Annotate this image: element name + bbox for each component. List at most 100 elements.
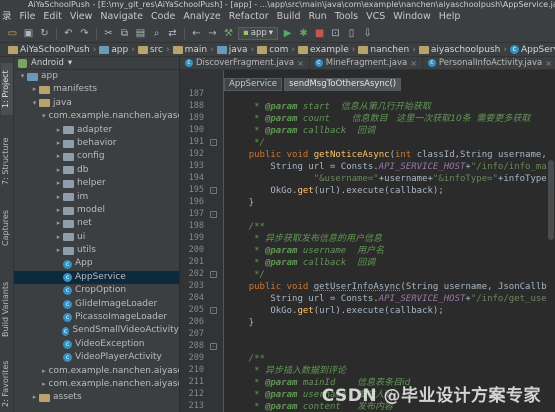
chevron-right-icon[interactable]: ▸ <box>30 391 39 404</box>
fold-icon[interactable]: - <box>210 211 217 218</box>
menu-window[interactable]: Window <box>389 9 434 25</box>
sync-icon[interactable]: ↻ <box>38 27 51 40</box>
tree-item-app[interactable]: ▾ app <box>14 70 179 83</box>
menu-help[interactable]: Help <box>435 9 465 25</box>
chevron-right-icon[interactable]: ▸ <box>42 365 46 378</box>
menu-edit[interactable]: Edit <box>39 9 65 25</box>
chevron-down-icon[interactable]: ▾ <box>30 97 39 110</box>
sdk-manager-icon[interactable]: ⇩ <box>361 27 374 40</box>
tree-item-manifests[interactable]: ▸ manifests <box>14 83 179 96</box>
chevron-down-icon[interactable]: ▾ <box>42 110 46 123</box>
tree-item-config[interactable]: ▸ config <box>14 150 179 163</box>
close-icon[interactable]: × <box>410 59 417 68</box>
run-config-dropdown[interactable]: ▪ app ▾ <box>238 27 279 40</box>
tree-item-behavior[interactable]: ▸ behavior <box>14 137 179 150</box>
crumb-project[interactable]: AiYaSchoolPush <box>8 45 90 55</box>
tree-item-java[interactable]: ▾ java <box>14 97 179 110</box>
debug-icon[interactable]: ✱ <box>297 27 310 40</box>
paste-icon[interactable]: ▤ <box>134 27 147 40</box>
save-icon[interactable]: ▣ <box>22 27 35 40</box>
replace-icon[interactable]: ⇄ <box>166 27 179 40</box>
chevron-right-icon[interactable]: ▸ <box>54 137 63 150</box>
menu-view[interactable]: View <box>66 9 97 25</box>
tree-item-appservice[interactable]: c AppService <box>14 270 179 285</box>
crumb-main[interactable]: main <box>172 45 207 55</box>
crumb-com[interactable]: com <box>257 45 288 55</box>
breadcrumb-class[interactable]: AppService <box>224 78 283 91</box>
tree-item-com-example-nanchen-aiyaschoolpush-androidtest-[interactable]: ▸com.example.nanchen.aiyaschoolpush (and… <box>14 365 179 378</box>
crumb-nanchen[interactable]: nanchen <box>358 45 409 55</box>
tree-item-sendsmallvideoactivity[interactable]: c SendSmallVideoActivity <box>14 324 179 337</box>
stop-icon[interactable]: ■ <box>313 27 326 40</box>
menu-build[interactable]: Build <box>273 9 305 25</box>
fold-icon[interactable]: - <box>210 139 217 146</box>
tree-item-utils[interactable]: ▸ utils <box>14 244 179 257</box>
chevron-right-icon[interactable]: ▸ <box>54 217 63 230</box>
crumb-example[interactable]: example <box>298 45 349 55</box>
crumb-app[interactable]: app <box>99 45 128 55</box>
tab-mine-fragment[interactable]: c MineFragment.java × <box>310 57 423 69</box>
tab-structure[interactable]: 7: Structure <box>1 129 13 193</box>
tab-discover-fragment[interactable]: c DiscoverFragment.java × <box>180 57 310 69</box>
tree-item-com-example-nanchen-aiyaschoolpush[interactable]: ▾com.example.nanchen.aiyaschoolpush <box>14 110 179 123</box>
tab-favorites[interactable]: 2: Favorites <box>1 359 13 409</box>
crumb-java[interactable]: java <box>216 45 248 55</box>
crumb-appservice[interactable]: cAppService <box>509 45 555 55</box>
tree-item-picassoimageloader[interactable]: c PicassoImageLoader <box>14 311 179 324</box>
build-icon[interactable]: ⚒ <box>222 27 235 40</box>
tree-item-helper[interactable]: ▸ helper <box>14 177 179 190</box>
close-icon[interactable]: × <box>545 59 552 68</box>
fold-icon[interactable]: - <box>210 307 217 314</box>
menu-analyze[interactable]: Analyze <box>179 9 224 25</box>
breadcrumb-method[interactable]: sendMsgToOthersAsync() <box>284 78 402 91</box>
menu-refactor[interactable]: Refactor <box>225 9 273 25</box>
crumb-src[interactable]: src <box>137 45 163 55</box>
undo-icon[interactable]: ← <box>190 27 203 40</box>
fold-icon[interactable]: - <box>210 271 217 278</box>
chevron-right-icon[interactable]: ▸ <box>54 204 63 217</box>
close-icon[interactable]: × <box>297 59 304 68</box>
tree-item-cropoption[interactable]: c CropOption <box>14 284 179 297</box>
editor-scrollbar[interactable] <box>547 70 555 412</box>
chevron-right-icon[interactable]: ▸ <box>54 124 63 137</box>
tree-item-app[interactable]: c App <box>14 257 179 270</box>
menu-file[interactable]: File <box>16 9 40 25</box>
find-icon[interactable]: ⌕ <box>150 27 163 40</box>
tab-project[interactable]: 1: Project <box>1 63 13 115</box>
tree-item-net[interactable]: ▸ net <box>14 217 179 230</box>
tree-item-db[interactable]: ▸ db <box>14 164 179 177</box>
fold-icon[interactable]: - <box>210 187 217 194</box>
chevron-right-icon[interactable]: ▸ <box>30 83 39 96</box>
menu-tools[interactable]: Tools <box>331 9 362 25</box>
cut-icon[interactable]: ✂ <box>102 27 115 40</box>
chevron-right-icon[interactable]: ▸ <box>54 244 63 257</box>
project-view-selector[interactable]: Android ▾ <box>14 57 179 70</box>
menu-vcs[interactable]: VCS <box>362 9 389 25</box>
open-folder-icon[interactable]: ▭ <box>6 27 19 40</box>
tree-item-ui[interactable]: ▸ ui <box>14 231 179 244</box>
tree-item-videoexception[interactable]: c VideoException <box>14 338 179 351</box>
tree-item-com-example-nanchen-aiyaschoolpush-test-[interactable]: ▸com.example.nanchen.aiyaschoolpush (tes… <box>14 378 179 391</box>
tree-item-videoplayeractivity[interactable]: c VideoPlayerActivity <box>14 351 179 364</box>
run-icon[interactable]: ▶ <box>281 27 294 40</box>
chevron-right-icon[interactable]: ▸ <box>54 164 63 177</box>
menu-run[interactable]: Run <box>304 9 330 25</box>
tree-item-assets[interactable]: ▸ assets <box>14 391 179 404</box>
crumb-aiyaschoolpush[interactable]: aiyaschoolpush <box>418 45 500 55</box>
tab-captures[interactable]: Captures <box>1 205 13 251</box>
forward-icon[interactable]: ↷ <box>78 27 91 40</box>
scrollbar-thumb[interactable] <box>548 160 554 240</box>
tab-personal-info-activity[interactable]: c PersonalInfoActivity.java × <box>423 57 555 69</box>
chevron-right-icon[interactable]: ▸ <box>54 231 63 244</box>
code-area[interactable]: * @param start 信息从第几行开始获取 * @param count… <box>227 70 555 412</box>
redo-icon[interactable]: → <box>206 27 219 40</box>
tree-item-adapter[interactable]: ▸ adapter <box>14 124 179 137</box>
chevron-right-icon[interactable]: ▸ <box>42 378 46 391</box>
chevron-down-icon[interactable]: ▾ <box>18 70 27 83</box>
menu-code[interactable]: Code <box>147 9 179 25</box>
chevron-right-icon[interactable]: ▸ <box>54 177 63 190</box>
copy-icon[interactable]: ⧉ <box>118 27 131 40</box>
tree-item-glideimageloader[interactable]: c GlideImageLoader <box>14 298 179 311</box>
avd-manager-icon[interactable]: ▯ <box>345 27 358 40</box>
menu-navigate[interactable]: Navigate <box>96 9 147 25</box>
